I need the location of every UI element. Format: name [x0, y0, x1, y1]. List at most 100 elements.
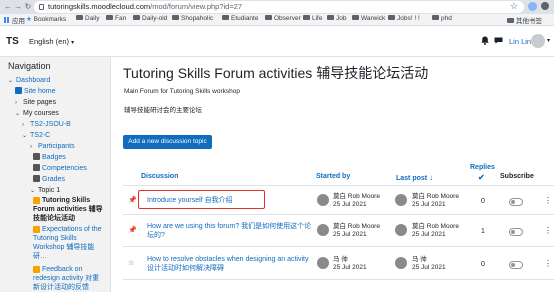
url-field[interactable]: tutoringskills.moodlecloud.com/mod/forum…	[34, 1, 524, 13]
bookmark-folder[interactable]: Observer	[265, 15, 301, 22]
star-icon[interactable]: ☆	[128, 259, 134, 267]
nav-topic-1[interactable]: ⌄ Topic 1	[30, 186, 60, 196]
site-brand[interactable]: TS	[6, 36, 19, 47]
checklist-icon	[33, 164, 40, 171]
reply-count[interactable]: 1	[481, 228, 485, 235]
column-last-post[interactable]: Last post ↓	[396, 173, 433, 182]
nav-expectations[interactable]: Expectations of the Tutoring Skills Work…	[33, 225, 103, 261]
nav-grades[interactable]: Grades	[33, 175, 65, 184]
avatar	[395, 224, 407, 236]
user-name[interactable]: Lin Lin	[509, 37, 531, 46]
nav-forum-active[interactable]: Tutoring Skills Forum activities 辅导技能论坛活…	[33, 196, 103, 223]
bookmark-folder[interactable]: Daily	[76, 15, 99, 22]
nav-course-ts2-c[interactable]: ⌄ TS2-C	[22, 131, 50, 141]
folder-icon	[265, 15, 272, 20]
chevron-down-icon: ⌄	[22, 133, 28, 139]
drawer-title: Navigation	[8, 61, 51, 71]
folder-icon	[388, 15, 395, 20]
reload-icon[interactable]: ↻	[23, 2, 33, 12]
chevron-down-icon[interactable]: ▾	[547, 37, 550, 44]
nav-dashboard[interactable]: ⌄ Dashboard	[8, 76, 50, 86]
forum-icon	[33, 226, 40, 233]
bookmark-other[interactable]: 其他书签	[507, 15, 542, 25]
last-post[interactable]: 马 帅 25 Jul 2021	[412, 256, 446, 272]
folder-icon	[222, 15, 229, 20]
bookmark-folder[interactable]: Etudiante	[222, 15, 258, 22]
folder-icon	[133, 15, 140, 20]
chevron-down-icon: ⌄	[15, 111, 21, 117]
nav-site-pages[interactable]: › Site pages	[15, 98, 56, 108]
column-started-by[interactable]: Started by	[316, 173, 350, 180]
check-icon: ✔	[478, 173, 485, 182]
bookmark-folder[interactable]: Daily-old	[133, 15, 167, 22]
navigation-drawer: Navigation ⌄ Dashboard Site home › Site pa…	[0, 57, 111, 292]
nav-badges[interactable]: Badges	[33, 153, 66, 162]
language-menu[interactable]: English (en) ▾	[29, 37, 74, 46]
nav-my-courses[interactable]: ⌄ My courses	[15, 109, 59, 119]
forum-intro-zh: 辅导技能研讨会的主要论坛	[124, 107, 202, 114]
bookmark-folder[interactable]: Fan	[106, 15, 126, 22]
forward-icon[interactable]: →	[13, 2, 23, 12]
subscribe-toggle[interactable]	[509, 198, 523, 206]
profile-icon[interactable]	[541, 2, 549, 10]
started-by: 莫白 Rob Moore 25 Jul 2021	[333, 193, 380, 208]
avatar	[395, 194, 407, 206]
chevron-right-icon: ›	[15, 100, 17, 106]
nav-feedback[interactable]: Feedback on redesign activity 对重新设计活动的反馈	[33, 265, 103, 292]
more-options-icon[interactable]: ⋮	[544, 259, 552, 268]
bookmark-star-icon[interactable]: ☆	[510, 1, 518, 12]
bookmark-item[interactable]: ★ Bookmarks	[26, 15, 66, 23]
chevron-down-icon: ⌄	[8, 78, 14, 84]
last-post[interactable]: 莫白 Rob Moore 25 Jul 2021	[412, 193, 459, 209]
chevron-down-icon: ⌄	[30, 188, 36, 194]
discussion-title[interactable]: How to resolve obstacles when designing …	[147, 255, 317, 273]
chevron-down-icon: ▾	[71, 40, 75, 46]
bell-icon[interactable]	[481, 36, 489, 45]
bookmark-folder[interactable]: Job	[327, 15, 346, 22]
back-icon[interactable]: ←	[3, 2, 13, 12]
forum-intro-en: Main Forum for Tutoring Skills workshop	[124, 88, 240, 95]
nav-course-ts2-jsou-b[interactable]: › TS2-JSOU-B	[22, 120, 71, 130]
sort-down-icon: ↓	[429, 173, 434, 182]
bookmark-folder[interactable]: Warwick	[352, 15, 385, 22]
chevron-right-icon: ›	[22, 122, 24, 128]
bookmark-apps[interactable]: 应用	[4, 15, 25, 25]
folder-icon	[507, 18, 514, 23]
avatar	[317, 224, 329, 236]
pin-icon[interactable]: 📌	[128, 226, 137, 234]
bookmarks-bar: 应用 ★ Bookmarks Daily Fan Daily-old Shopa…	[0, 14, 554, 26]
forum-icon	[33, 197, 40, 204]
extension-icon[interactable]	[528, 2, 537, 11]
avatar[interactable]	[531, 34, 545, 48]
bookmark-folder[interactable]: phd	[432, 15, 452, 22]
bookmark-folder[interactable]: Jobs! ! !	[388, 15, 420, 22]
bookmark-folder[interactable]: Shopaholic	[172, 15, 213, 22]
bookmark-folder[interactable]: Life	[303, 15, 322, 22]
forum-icon	[33, 266, 40, 273]
subscribe-toggle[interactable]	[509, 261, 523, 269]
subscribe-toggle[interactable]	[509, 228, 523, 236]
reply-count[interactable]: 0	[481, 261, 485, 268]
more-options-icon[interactable]: ⋮	[544, 226, 552, 235]
apps-icon	[4, 17, 10, 23]
started-by: 莫白 Rob Moore 25 Jul 2021	[333, 223, 380, 238]
started-by: 马 帅 25 Jul 2021	[333, 256, 367, 271]
url-host: tutoringskills.moodlecloud.com	[48, 2, 151, 11]
reply-count[interactable]: 0	[481, 198, 485, 205]
discussion-title[interactable]: How are we using this forum? 我们是如何使用这个论坛…	[147, 222, 317, 240]
table-icon	[33, 175, 40, 182]
pin-icon[interactable]: 📌	[128, 196, 137, 204]
page-title: Tutoring Skills Forum activities 辅导技能论坛活…	[123, 65, 429, 81]
nav-competencies[interactable]: Competencies	[33, 164, 87, 173]
lock-icon	[39, 4, 44, 10]
column-discussion[interactable]: Discussion	[141, 173, 178, 180]
add-discussion-button[interactable]: Add a new discussion topic	[123, 135, 212, 149]
last-post[interactable]: 莫白 Rob Moore 25 Jul 2021	[412, 223, 459, 239]
nav-site-home[interactable]: Site home	[15, 87, 56, 96]
row-divider	[123, 279, 554, 280]
messages-icon[interactable]	[494, 37, 503, 44]
more-options-icon[interactable]: ⋮	[544, 196, 552, 205]
avatar	[317, 194, 329, 206]
nav-participants[interactable]: › Participants	[30, 142, 75, 152]
column-replies[interactable]: Replies	[470, 164, 495, 171]
